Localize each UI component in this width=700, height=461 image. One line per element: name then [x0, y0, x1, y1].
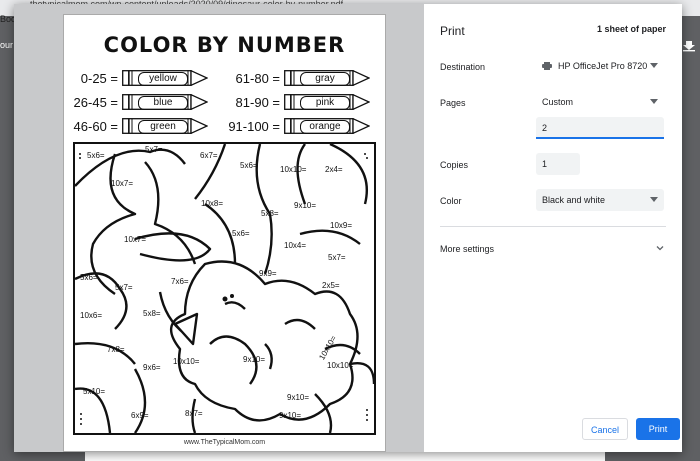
cell-equation: 5x8=: [261, 209, 279, 218]
pages-value: Custom: [542, 97, 574, 107]
legend-range: 61-80 =: [235, 70, 280, 86]
legend-color: green: [138, 120, 188, 134]
legend-row: 91-100 = orange: [212, 116, 370, 136]
coloring-artwork: 5x6= 5x7= 6x7= 5x6= 10x10= 2x4= 10x7= 10x8= 9x10…: [73, 142, 376, 435]
cell-equation: 9x6=: [143, 363, 161, 372]
cell-equation: 5x10=: [83, 387, 106, 396]
pages-select[interactable]: Custom: [536, 91, 664, 113]
legend-range: 26-45 =: [73, 94, 118, 110]
crayon-icon: orange: [284, 118, 370, 134]
preview-page: COLOR BY NUMBER 0-25 = yellow 61-80 = gray 2…: [63, 14, 386, 452]
cell-equation: 2x4=: [325, 165, 343, 174]
cell-equation: 10x4=: [284, 241, 307, 250]
cell-equation: 5x6=: [80, 273, 98, 282]
crayon-icon: yellow: [122, 70, 208, 86]
cell-equation: 5x6=: [240, 161, 258, 170]
legend-range: 46-60 =: [73, 118, 118, 134]
cell-equation: 10x8=: [201, 199, 224, 208]
cell-equation: 5x7=: [145, 145, 163, 154]
color-label: Color: [440, 196, 462, 206]
download-icon[interactable]: [682, 38, 696, 52]
cell-equation: 10x10=: [173, 357, 200, 366]
cell-equation: 5x7=: [115, 283, 133, 292]
legend-color: orange: [300, 120, 350, 134]
cell-equation: 10x7=: [111, 179, 134, 188]
legend-color: yellow: [138, 72, 188, 86]
crayon-icon: green: [122, 118, 208, 134]
chevron-down-icon: [650, 197, 658, 202]
copies-label: Copies: [440, 160, 469, 170]
print-preview-area[interactable]: COLOR BY NUMBER 0-25 = yellow 61-80 = gray 2…: [14, 4, 424, 452]
copies-input[interactable]: 1: [536, 153, 580, 175]
print-settings-panel: Print 1 sheet of paper Destination HP Of…: [424, 4, 682, 452]
cell-equation: 10x7=: [124, 235, 147, 244]
cell-equation: 9x10=: [287, 393, 310, 402]
cell-equation: 6x7=: [200, 151, 218, 160]
legend-row: 0-25 = yellow: [50, 68, 208, 88]
legend-range: 0-25 =: [80, 70, 118, 86]
cell-equation: 9x10=: [243, 355, 266, 364]
crayon-icon: pink: [284, 94, 370, 110]
cell-equation: 5x7=: [328, 253, 346, 262]
cell-equation: 6x9=: [131, 411, 149, 420]
printer-icon: [542, 62, 552, 70]
cell-equation: 10x10=: [327, 361, 354, 370]
legend-row: 81-90 = pink: [212, 92, 370, 112]
legend-color: blue: [138, 96, 188, 110]
print-dialog: COLOR BY NUMBER 0-25 = yellow 61-80 = gray 2…: [14, 4, 682, 452]
destination-value: HP OfficeJet Pro 8720: [558, 61, 648, 71]
custom-pages-input[interactable]: 2: [536, 117, 664, 139]
divider: [440, 226, 666, 227]
chevron-down-icon: [650, 99, 658, 104]
color-value: Black and white: [542, 195, 606, 205]
print-button[interactable]: Print: [636, 418, 680, 440]
cell-equation: 5x6=: [87, 151, 105, 160]
legend-range: 91-100 =: [228, 118, 280, 134]
cell-equation: 8x7=: [185, 409, 203, 418]
chevron-down-icon[interactable]: [656, 244, 664, 252]
cell-equation: 9x10=: [279, 411, 302, 420]
cell-equation: 2x5=: [322, 281, 340, 290]
more-settings-toggle[interactable]: More settings: [440, 244, 494, 254]
cell-equation: 5x6=: [232, 229, 250, 238]
legend-row: 61-80 = gray: [212, 68, 370, 88]
cell-equation: 7x6=: [171, 277, 189, 286]
legend-row: 46-60 = green: [50, 116, 208, 136]
legend-range: 81-90 =: [235, 94, 280, 110]
cancel-button[interactable]: Cancel: [582, 418, 628, 440]
color-select[interactable]: Black and white: [536, 189, 664, 211]
print-title: Print: [440, 24, 465, 38]
chevron-down-icon: [650, 63, 658, 68]
background-page-text: our: [0, 40, 14, 50]
worksheet-title: COLOR BY NUMBER: [103, 33, 346, 57]
crayon-icon: blue: [122, 94, 208, 110]
cell-equation: 10x10=: [280, 165, 307, 174]
cell-equation: 7x8=: [107, 345, 125, 354]
pages-label: Pages: [440, 98, 466, 108]
sheet-count: 1 sheet of paper: [596, 24, 666, 34]
worksheet-footer: www.TheTypicalMom.com: [183, 439, 266, 446]
cell-equation: 9x9=: [259, 269, 277, 278]
crayon-icon: gray: [284, 70, 370, 86]
cell-equation: 5x8=: [143, 309, 161, 318]
cell-equation: 9x10=: [294, 201, 317, 210]
legend-color: gray: [300, 72, 350, 86]
cell-equation: 10x6=: [80, 311, 103, 320]
destination-select[interactable]: HP OfficeJet Pro 8720: [536, 55, 664, 77]
legend-row: 26-45 = blue: [50, 92, 208, 112]
destination-label: Destination: [440, 62, 486, 72]
cell-equation: 10x9=: [330, 221, 353, 230]
legend-color: pink: [300, 96, 350, 110]
